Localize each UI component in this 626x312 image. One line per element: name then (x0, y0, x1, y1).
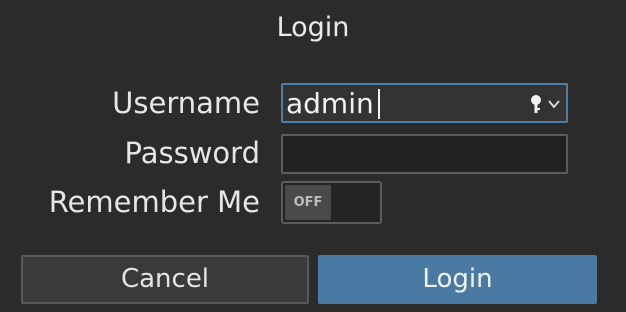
toggle-state-text: OFF (293, 195, 323, 210)
password-label: Password (124, 136, 260, 170)
toggle-knob: OFF (285, 185, 331, 220)
username-value[interactable]: admin (286, 87, 374, 121)
chevron-down-icon[interactable] (547, 97, 561, 111)
text-caret (378, 89, 380, 119)
key-icon[interactable] (528, 94, 544, 114)
remember-me-toggle[interactable]: OFF (281, 181, 382, 224)
username-label: Username (112, 86, 260, 120)
dialog-title: Login (276, 12, 350, 43)
password-field[interactable] (281, 134, 568, 174)
remember-me-label: Remember Me (48, 185, 260, 219)
username-field[interactable]: admin (281, 83, 568, 123)
login-dialog: Login Username admin Password Remember M… (0, 0, 626, 312)
cancel-button[interactable]: Cancel (21, 255, 309, 304)
login-button[interactable]: Login (318, 255, 597, 304)
